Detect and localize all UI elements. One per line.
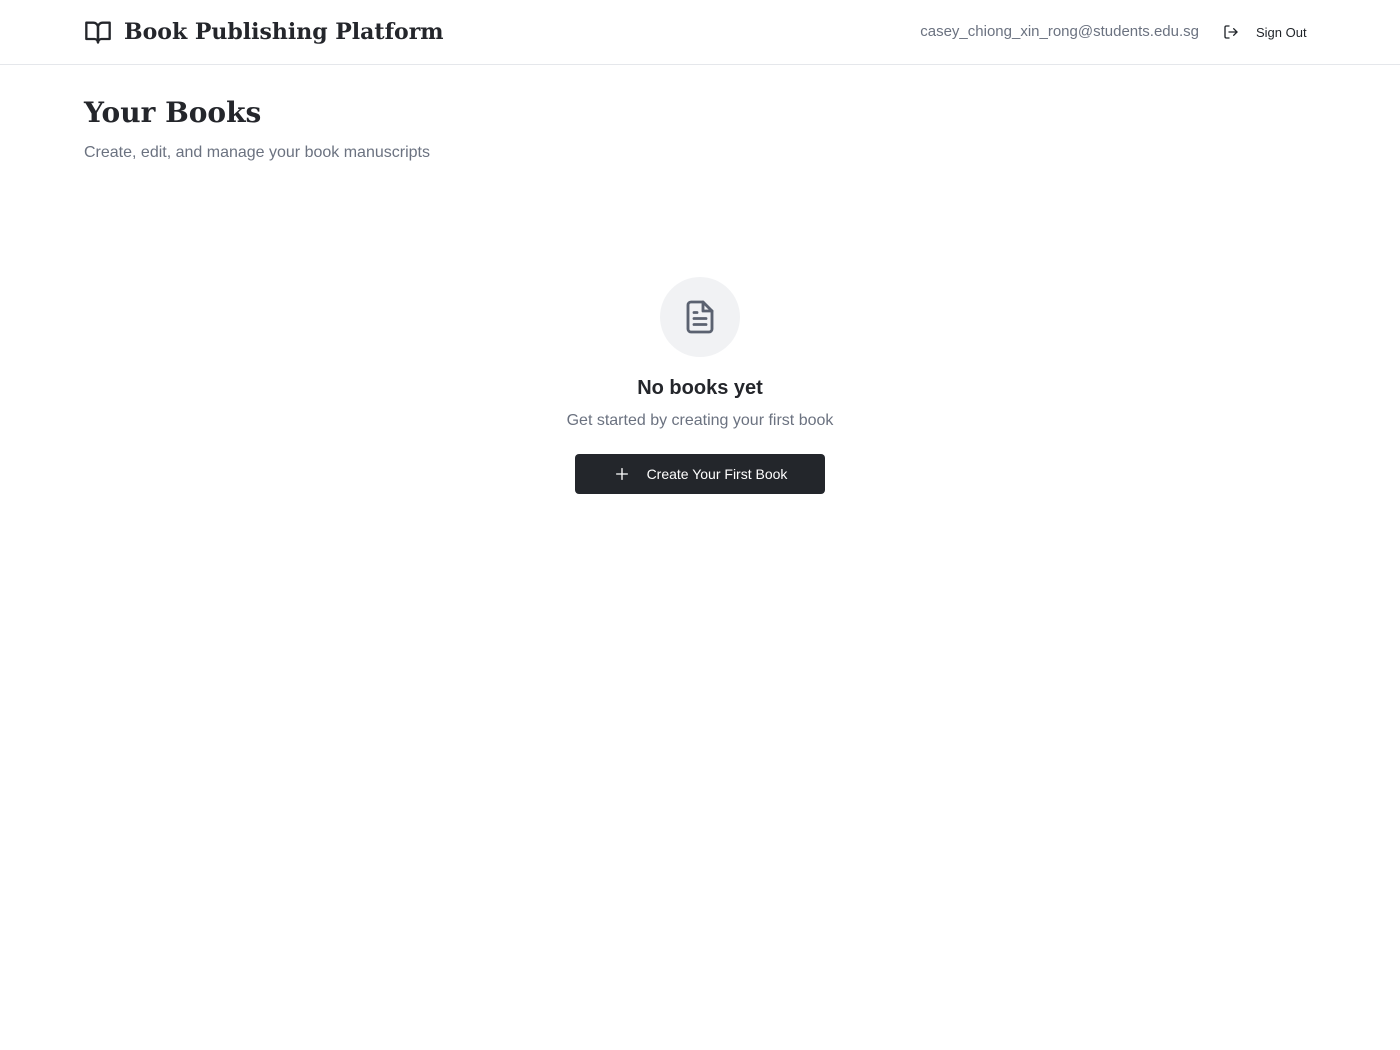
top-header: Book Publishing Platform casey_chiong_xi… [0, 0, 1400, 65]
brand-title: Book Publishing Platform [124, 19, 444, 45]
brand[interactable]: Book Publishing Platform [84, 17, 444, 47]
page-title: Your Books [84, 96, 262, 129]
sign-out-button[interactable]: Sign Out [1214, 17, 1315, 47]
book-open-icon [84, 18, 112, 46]
user-email: casey_chiong_xin_rong@students.edu.sg [920, 23, 1199, 40]
file-text-icon [682, 299, 718, 335]
empty-state-icon-circle [660, 277, 740, 357]
create-first-book-label: Create Your First Book [646, 466, 788, 482]
log-out-icon [1222, 23, 1240, 41]
plus-icon [613, 465, 631, 483]
empty-state-description: Get started by creating your first book [566, 412, 834, 429]
empty-state-title: No books yet [637, 377, 763, 399]
sign-out-label: Sign Out [1256, 24, 1307, 40]
page-subtitle: Create, edit, and manage your book manus… [84, 144, 430, 161]
empty-state: No books yet Get started by creating you… [0, 277, 1400, 494]
create-first-book-button[interactable]: Create Your First Book [575, 454, 825, 494]
